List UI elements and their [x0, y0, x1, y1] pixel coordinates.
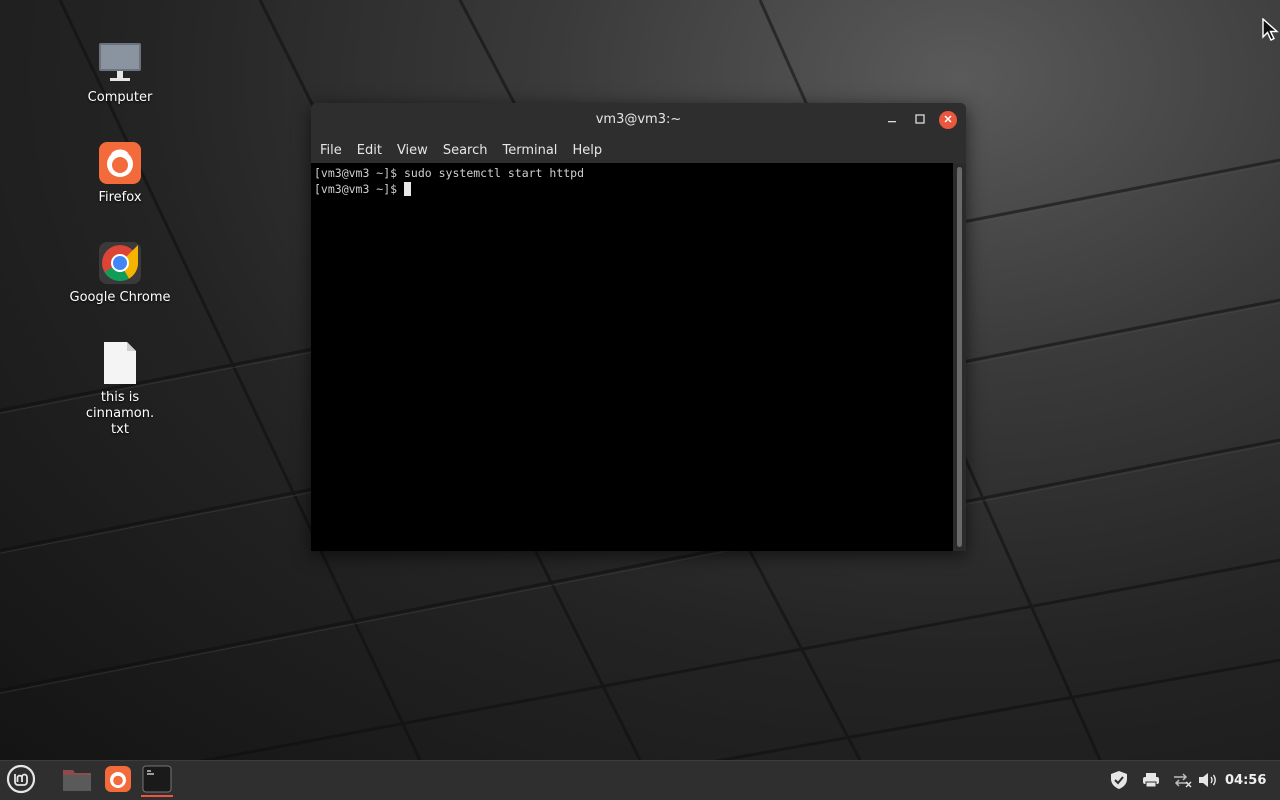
- taskbar-files-launcher[interactable]: [61, 765, 93, 797]
- printer-icon: [1142, 772, 1160, 792]
- tray-security[interactable]: [1108, 771, 1130, 793]
- desktop-firefox[interactable]: Firefox: [65, 140, 175, 206]
- desktop-text-file[interactable]: this is cinnamon. txt: [65, 340, 175, 438]
- desktop-firefox-label: Firefox: [98, 190, 142, 205]
- minimize-icon: [887, 113, 897, 127]
- terminal-icon: [142, 765, 172, 797]
- desktop-google-chrome[interactable]: Google Chrome: [65, 240, 175, 306]
- maximize-button[interactable]: [911, 111, 929, 129]
- terminal-menubar: File Edit View Search Terminal Help: [311, 137, 966, 163]
- tray-network[interactable]: [1171, 771, 1193, 793]
- files-icon: [62, 766, 92, 796]
- window-title: vm3@vm3:~: [595, 112, 682, 127]
- terminal-line: [vm3@vm3 ~]$ sudo systemctl start httpd: [314, 166, 585, 180]
- mint-menu-button[interactable]: [5, 764, 37, 798]
- active-window-indicator: [141, 795, 173, 797]
- network-icon: [1172, 772, 1192, 792]
- shield-icon: [1110, 770, 1128, 794]
- terminal-output[interactable]: [vm3@vm3 ~]$ sudo systemctl start httpd …: [311, 163, 953, 551]
- scrollbar-thumb[interactable]: [957, 167, 962, 547]
- tray-printer[interactable]: [1140, 771, 1162, 793]
- minimize-button[interactable]: [883, 111, 901, 129]
- close-icon: [943, 113, 953, 127]
- computer-icon: [97, 40, 143, 86]
- desktop-computer-label: Computer: [87, 90, 153, 105]
- menu-search[interactable]: Search: [438, 143, 496, 158]
- close-button[interactable]: [939, 111, 957, 129]
- taskbar: 04:56: [0, 760, 1280, 800]
- terminal-prompt: [vm3@vm3 ~]$: [314, 182, 405, 196]
- menu-terminal[interactable]: Terminal: [497, 143, 565, 158]
- clock[interactable]: 04:56: [1225, 773, 1266, 788]
- volume-icon: [1198, 772, 1218, 792]
- desktop-google-chrome-label: Google Chrome: [69, 290, 171, 305]
- taskbar-terminal-launcher[interactable]: [141, 765, 173, 797]
- mouse-pointer-icon: [1262, 17, 1280, 46]
- terminal-prompt-line: [vm3@vm3 ~]$: [314, 181, 953, 197]
- tray-volume[interactable]: [1197, 771, 1219, 793]
- menu-help[interactable]: Help: [567, 143, 610, 158]
- chrome-icon: [97, 240, 143, 286]
- menu-file[interactable]: File: [315, 143, 350, 158]
- terminal-titlebar[interactable]: vm3@vm3:~: [311, 103, 966, 137]
- menu-edit[interactable]: Edit: [352, 143, 390, 158]
- taskbar-firefox-launcher[interactable]: [102, 765, 134, 797]
- text-file-icon: [97, 340, 143, 386]
- firefox-icon: [97, 140, 143, 186]
- firefox-icon: [104, 765, 132, 797]
- mint-menu-icon: [6, 764, 36, 798]
- terminal-scrollbar[interactable]: [953, 163, 966, 551]
- desktop-computer[interactable]: Computer: [65, 40, 175, 106]
- menu-view[interactable]: View: [392, 143, 436, 158]
- desktop-text-file-label-ext: txt: [111, 422, 129, 437]
- desktop-text-file-label: this is cinnamon.: [85, 390, 155, 421]
- text-cursor: [404, 182, 412, 196]
- maximize-icon: [915, 113, 925, 127]
- terminal-window[interactable]: vm3@vm3:~ File Edit View Search Terminal…: [311, 103, 966, 551]
